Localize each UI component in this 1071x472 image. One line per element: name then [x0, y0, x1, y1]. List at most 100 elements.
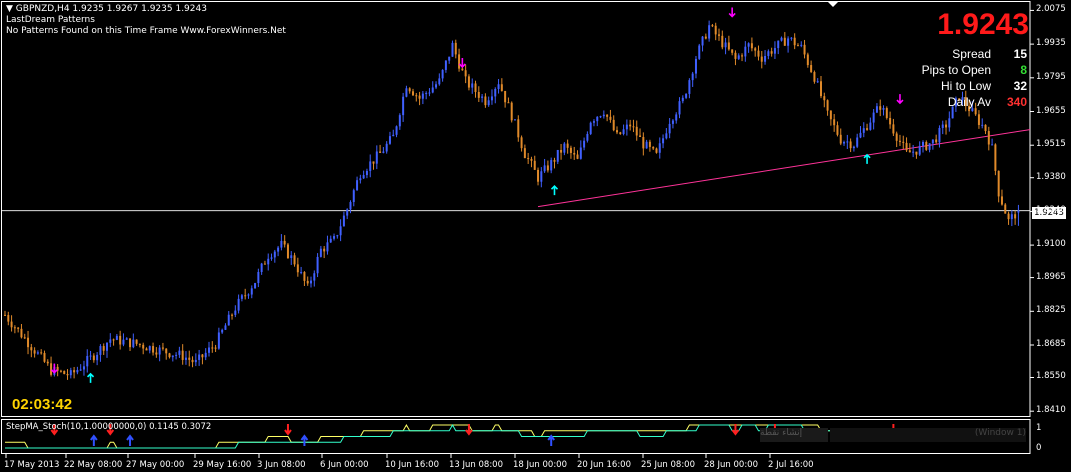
candle-body: [895, 133, 898, 141]
candle-body: [734, 52, 737, 59]
candle-body: [1010, 214, 1013, 220]
candle-body: [675, 114, 678, 121]
candle-body: [398, 115, 401, 127]
candle-body: [96, 354, 99, 361]
candle-body: [158, 347, 161, 355]
candle-body: [217, 332, 220, 349]
candle-body: [731, 49, 734, 53]
candle-body: [803, 44, 806, 55]
y-tick-label: 1.9515: [1036, 139, 1066, 150]
candle-body: [211, 347, 214, 349]
candle-body: [365, 170, 368, 176]
candle-body: [36, 352, 39, 354]
price-chart[interactable]: [0, 0, 1071, 472]
candle-body: [629, 124, 632, 127]
y-tick-label: 1.8550: [1036, 371, 1066, 382]
candle-body: [231, 314, 234, 316]
dropdown-triangle-icon[interactable]: ▼: [6, 4, 13, 14]
candle-body: [987, 131, 990, 145]
trendline[interactable]: [537, 129, 1031, 208]
candle-body: [573, 152, 576, 155]
candle-body: [319, 248, 322, 257]
candle-body: [405, 88, 408, 97]
candle-body: [1004, 204, 1007, 214]
candle-body: [694, 58, 697, 74]
candle-body: [912, 151, 915, 153]
candle-body: [184, 357, 187, 360]
candle-body: [849, 141, 852, 149]
candle-body: [73, 370, 76, 373]
candle-body: [852, 146, 855, 149]
candle-body: [63, 371, 66, 375]
candle-body: [826, 100, 829, 111]
y-tick-label: 1.8685: [1036, 338, 1066, 349]
candle-body: [767, 51, 770, 56]
candle-body: [142, 344, 145, 349]
candle-body: [609, 116, 612, 120]
candle-body: [240, 295, 243, 299]
candle-body: [316, 256, 319, 274]
candle-body: [583, 140, 586, 148]
candle-body: [132, 339, 135, 348]
candle-body: [484, 96, 487, 106]
x-tick-label: 18 Jun 00:00: [513, 460, 567, 470]
candle-body: [579, 147, 582, 159]
candle-body: [908, 150, 911, 153]
candle-body: [754, 48, 757, 51]
fractal-up-arrow: [86, 372, 95, 383]
candle-body: [46, 361, 49, 364]
candle-body: [444, 60, 447, 70]
fractal-down-arrow: [728, 7, 736, 18]
x-tick-label: 13 Jun 08:00: [449, 460, 503, 470]
candle-body: [514, 119, 516, 121]
candle-body: [7, 315, 10, 322]
candle-body: [89, 355, 92, 357]
candle-body: [125, 338, 128, 340]
y-tick-label: 1.9240: [1036, 205, 1066, 216]
candle-body: [839, 134, 842, 144]
stoch-buy-arrow: [126, 434, 134, 446]
candle-body: [356, 180, 359, 191]
candle-body: [889, 117, 892, 125]
candle-body: [421, 93, 424, 99]
fractal-up-arrow: [863, 153, 871, 164]
candle-body: [741, 55, 744, 57]
candle-body: [208, 347, 210, 353]
candle-body: [793, 37, 796, 46]
candle-body: [435, 84, 438, 88]
fractal-down-arrow: [458, 57, 466, 69]
candle-body: [671, 120, 674, 124]
candle-body: [938, 127, 941, 143]
candle-body: [685, 93, 688, 98]
candle-body: [161, 347, 164, 349]
candle-body: [369, 161, 372, 171]
candle-body: [592, 121, 595, 123]
subwindow-title: StepMA_Stoch(10,1.00000000,0) 0.1145 0.3…: [6, 422, 212, 432]
candle-body: [757, 50, 760, 57]
candle-body: [510, 102, 513, 121]
candle-body: [655, 148, 658, 153]
candle-body: [408, 88, 411, 92]
stat-value: 340: [1006, 95, 1027, 109]
candle-body: [750, 43, 753, 49]
candle-body: [599, 116, 602, 118]
candle-body: [270, 257, 273, 259]
candle-body: [428, 92, 431, 94]
stat-value: 15: [1013, 47, 1027, 61]
candle-body: [885, 108, 888, 118]
candle-body: [602, 114, 605, 117]
candle-body: [668, 123, 671, 134]
fractal-down-arrow: [896, 94, 904, 105]
candle-body: [27, 337, 30, 348]
candle-body: [523, 148, 526, 159]
candle-body: [1000, 196, 1003, 205]
candle-body: [86, 355, 89, 367]
candle-body: [286, 244, 289, 259]
candle-body: [234, 310, 237, 315]
candle-body: [711, 25, 714, 27]
candle-body: [862, 128, 865, 133]
candle-body: [300, 272, 303, 274]
candle-body: [402, 96, 405, 116]
candle-body: [168, 353, 171, 358]
candle-body: [138, 343, 141, 345]
